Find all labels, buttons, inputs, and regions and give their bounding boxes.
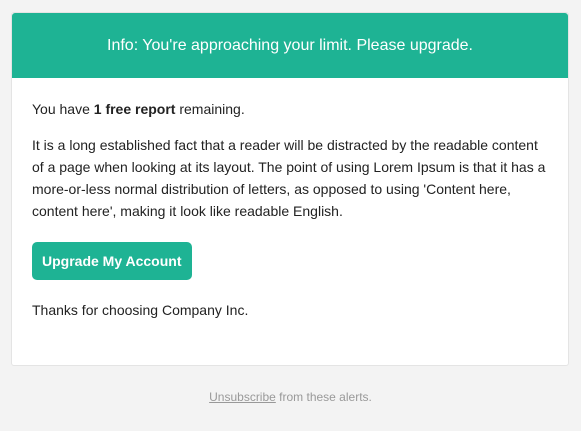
footer-suffix: from these alerts. bbox=[275, 390, 372, 404]
alert-header: Info: You're approaching your limit. Ple… bbox=[12, 13, 568, 78]
intro-prefix: You have bbox=[32, 101, 94, 117]
intro-suffix: remaining. bbox=[175, 101, 245, 117]
body-paragraph: It is a long established fact that a rea… bbox=[32, 137, 546, 219]
intro-text: You have 1 free report remaining. bbox=[32, 98, 548, 120]
thanks-text: Thanks for choosing Company Inc. bbox=[32, 302, 249, 318]
free-report-count: 1 free report bbox=[93, 101, 176, 117]
email-card: Info: You're approaching your limit. Ple… bbox=[11, 12, 569, 366]
footer: Unsubscribe from these alerts. bbox=[0, 390, 581, 404]
upgrade-account-button[interactable]: Upgrade My Account bbox=[32, 242, 192, 280]
email-content: You have 1 free report remaining. It is … bbox=[12, 78, 568, 321]
alert-message: Info: You're approaching your limit. Ple… bbox=[107, 36, 473, 54]
unsubscribe-link[interactable]: Unsubscribe bbox=[209, 390, 276, 404]
